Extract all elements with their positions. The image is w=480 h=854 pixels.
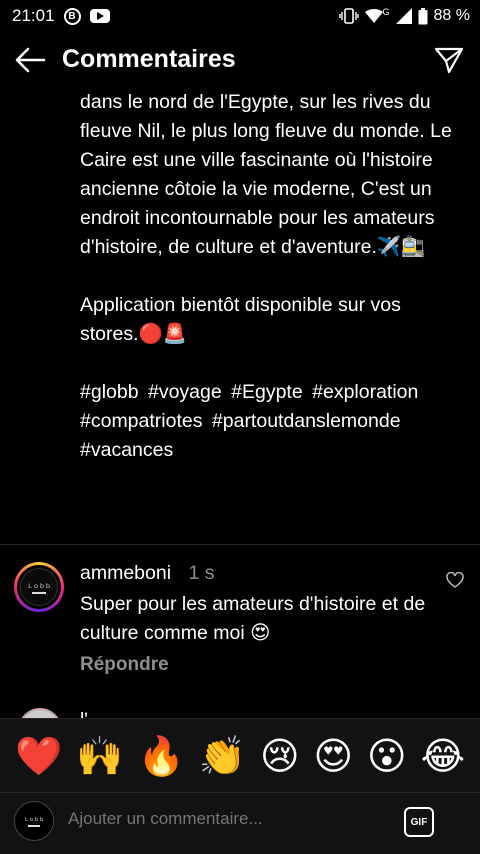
comment-time: 1 s (188, 562, 215, 584)
comment-text: Super pour les amateurs d'histoire et de… (80, 593, 426, 644)
comment-header: ammeboni 1 s (80, 562, 214, 585)
gif-button[interactable]: GIF (404, 807, 434, 837)
emoji-raised-hands-button[interactable]: 🙌 (76, 737, 123, 775)
heart-outline-icon[interactable] (446, 572, 464, 588)
hashtag-link[interactable]: #exploration (312, 381, 418, 403)
status-bar: 21:01 B G 88 % (0, 0, 480, 32)
comment-input-bar: Ｌｏｂｂ GIF (0, 792, 480, 854)
header: Commentaires (0, 32, 480, 88)
signal-icon (395, 8, 412, 24)
emoji-fire-button[interactable]: 🔥 (137, 737, 184, 775)
status-time: 21:01 (12, 6, 55, 25)
caption-paragraph: dans le nord de l'Egypte, sur les rives … (80, 91, 452, 258)
emoji-surprised-button[interactable]: 😮 (367, 737, 407, 775)
reply-button[interactable]: Répondre (80, 654, 169, 676)
hashtag-link[interactable]: #globb (80, 381, 139, 403)
battery-icon (418, 7, 428, 24)
page-title: Commentaires (62, 45, 236, 73)
comment-username[interactable]: ammeboni (80, 562, 171, 584)
b-app-notification-icon: B (63, 7, 81, 25)
youtube-notification-icon (89, 9, 110, 23)
hashtag-link[interactable]: #Egypte (231, 381, 303, 403)
hashtag-link[interactable]: #compatriotes (80, 410, 202, 432)
comment-input[interactable] (68, 809, 388, 829)
battery-percent: 88 % (433, 7, 470, 24)
caption-paragraph: Application bientôt disponible sur vos s… (80, 294, 401, 345)
back-arrow-icon[interactable] (14, 46, 46, 74)
vibrate-icon (338, 8, 359, 24)
divider (0, 544, 480, 545)
avatar-logo: Ｌｏｂｂ (20, 568, 58, 606)
hashtag-link[interactable]: #vacances (80, 439, 173, 461)
hashtag-link[interactable]: #partoutdanslemonde (212, 410, 401, 432)
emoji-laughing-button[interactable]: 😂 (421, 737, 465, 775)
emoji-heart-eyes-button[interactable]: 😍 (314, 737, 354, 775)
emoji-reaction-bar: ❤️ 🙌 🔥 👏 😢 😍 😮 😂 (0, 718, 480, 792)
network-type-label: G (382, 7, 390, 17)
wifi-icon (364, 9, 383, 23)
emoji-crying-button[interactable]: 😢 (260, 737, 300, 775)
hashtag-list: #globb #voyage #Egypte #exploration #com… (80, 378, 470, 465)
share-send-icon[interactable] (434, 46, 464, 74)
emoji-heart-button[interactable]: ❤️ (15, 737, 62, 775)
post-caption: dans le nord de l'Egypte, sur les rives … (80, 88, 470, 465)
hashtag-link[interactable]: #voyage (148, 381, 222, 403)
avatar: Ｌｏｂｂ (14, 801, 54, 841)
emoji-clap-button[interactable]: 👏 (199, 737, 246, 775)
avatar[interactable]: Ｌｏｂｂ (14, 562, 64, 612)
